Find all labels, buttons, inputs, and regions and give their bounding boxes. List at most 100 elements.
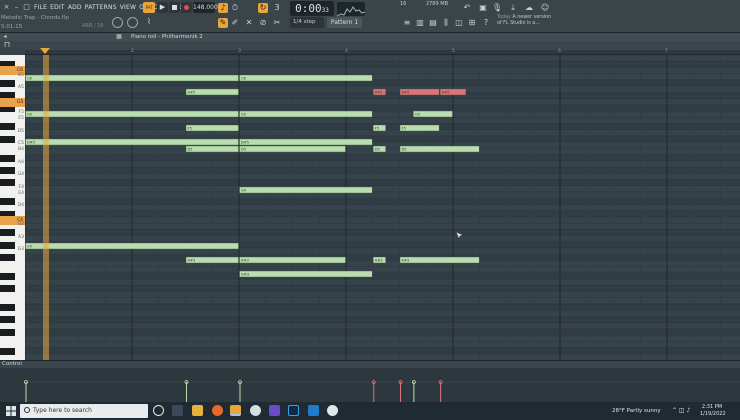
note-d5[interactable]: D5 <box>185 145 239 153</box>
velocity-handle[interactable] <box>184 380 189 403</box>
black-key[interactable] <box>0 79 15 87</box>
note-as5[interactable]: A#5 <box>439 88 467 96</box>
time-display[interactable]: 0:0033 <box>290 1 334 16</box>
piano-roll-titlebar[interactable] <box>0 33 740 41</box>
note-f5[interactable]: F5 <box>373 124 386 132</box>
menu-item-view[interactable]: VIEW <box>120 4 136 11</box>
snap-selector[interactable]: 1/4 step <box>290 17 324 28</box>
note-as5[interactable]: A#5 <box>373 88 386 96</box>
cloud-icon[interactable]: ☁ <box>524 3 534 13</box>
black-key[interactable] <box>0 272 15 280</box>
browser-icon[interactable]: ◫ <box>454 18 464 28</box>
mixer-icon[interactable]: ⫼ <box>441 18 451 28</box>
windows-start-icon[interactable] <box>6 406 16 416</box>
note-d5[interactable]: D5 <box>373 145 386 153</box>
note-ds5[interactable]: D#5 <box>25 138 239 146</box>
black-key[interactable] <box>0 135 15 143</box>
note-grid[interactable]: C6 C6 A#5 A#5 A#5 A#5 G5 G5 G5 F5 F5 F5 D#5 D#5 D5 D5 D5… <box>25 55 740 360</box>
file-explorer-icon[interactable] <box>172 405 183 416</box>
stop-button[interactable] <box>169 2 180 13</box>
magnet-icon[interactable]: ⊓ <box>2 40 12 50</box>
black-key[interactable] <box>0 303 15 311</box>
app-round-icon[interactable] <box>327 405 338 416</box>
note-as5[interactable]: A#5 <box>399 88 440 96</box>
note-c4[interactable]: C4 <box>25 242 239 250</box>
master-pitch-slider[interactable]: ⌇ <box>145 17 153 27</box>
note-d5[interactable]: D5 <box>399 145 480 153</box>
note-grid-canvas[interactable]: C6 C6 A#5 A#5 A#5 A#5 G5 G5 G5 F5 F5 F5 D#5 D#5 D5 D5 D5… <box>25 55 740 360</box>
velocity-handle[interactable] <box>24 380 28 403</box>
velocity-handle[interactable] <box>411 380 416 403</box>
news-panel[interactable]: Today A newer version of FL Studio is a.… <box>497 15 557 30</box>
keyboard-icon[interactable]: ▦ <box>114 33 124 41</box>
note-g5[interactable]: G5 <box>239 110 373 118</box>
black-key[interactable] <box>0 167 15 175</box>
wait-input-icon[interactable]: ⏱ <box>230 3 240 13</box>
save-icon[interactable]: ▣ <box>478 3 488 13</box>
black-key[interactable] <box>0 154 15 162</box>
render-icon[interactable]: ⤓ <box>508 3 518 13</box>
app-blue-icon[interactable] <box>308 405 319 416</box>
black-key[interactable] <box>0 316 15 324</box>
black-key[interactable] <box>0 328 15 336</box>
master-volume-knob[interactable] <box>112 17 123 28</box>
note-ds5[interactable]: D#5 <box>239 138 373 146</box>
note-as5[interactable]: A#5 <box>185 88 239 96</box>
note-as3[interactable]: A#3 <box>373 256 386 264</box>
record-button[interactable] <box>181 2 192 13</box>
black-key[interactable] <box>0 198 15 206</box>
menu-item-patterns[interactable]: PATTERNS <box>85 4 117 11</box>
control-lane-label[interactable]: Control <box>2 361 22 367</box>
chat-icon[interactable]: ☺ <box>540 3 550 13</box>
weather-widget[interactable]: 28°F Partly sunny <box>612 405 661 417</box>
delete-tool-icon[interactable]: ✕ <box>244 18 254 28</box>
note-as3[interactable]: A#3 <box>399 256 480 264</box>
note-as3[interactable]: A#3 <box>239 256 346 264</box>
paint-tool-icon[interactable]: ✐ <box>230 18 240 28</box>
countdown-icon[interactable]: 3 <box>272 3 282 13</box>
note-as3[interactable]: A#3 <box>185 256 239 264</box>
playlist-icon[interactable]: ≡ <box>402 18 412 28</box>
metronome-icon[interactable]: ♪ <box>218 3 228 13</box>
slice-tool-icon[interactable]: ✂ <box>272 18 282 28</box>
mute-tool-icon[interactable]: ⊘ <box>258 18 268 28</box>
fl-studio-icon[interactable] <box>230 405 241 416</box>
minimize-icon[interactable]: – <box>13 3 20 11</box>
loop-record-icon[interactable]: ↻ <box>258 3 268 13</box>
obs-icon[interactable] <box>250 405 261 416</box>
plugin-picker-icon[interactable]: ⊞ <box>467 18 477 28</box>
menu-item-file[interactable]: FILE <box>34 4 47 11</box>
mic-icon[interactable]: 🎙 <box>492 3 502 13</box>
note-d5[interactable]: D5 <box>239 145 346 153</box>
note-g4[interactable]: G4 <box>239 186 373 194</box>
menu-item-add[interactable]: ADD <box>68 4 82 11</box>
black-key[interactable] <box>0 241 15 249</box>
play-button[interactable]: ▶ <box>157 2 168 13</box>
pattern-selector[interactable]: Pattern 1 <box>327 17 362 28</box>
menu-item-edit[interactable]: EDIT <box>50 4 65 11</box>
black-key[interactable] <box>0 254 15 262</box>
draw-tool-icon[interactable]: ✎ <box>218 18 228 28</box>
firefox-icon[interactable] <box>212 405 223 416</box>
channel-rack-icon[interactable]: ▤ <box>428 18 438 28</box>
taskbar-search-input[interactable]: Type here to search <box>20 404 148 418</box>
black-key[interactable] <box>0 285 15 293</box>
note-gs3[interactable]: G#3 <box>239 270 373 278</box>
velocity-handle[interactable] <box>371 380 376 403</box>
black-key[interactable] <box>0 347 15 355</box>
photoshop-icon[interactable] <box>288 405 299 416</box>
control-lane-header[interactable] <box>0 360 740 368</box>
note-c6[interactable]: C6 <box>239 74 373 82</box>
master-pitch-knob[interactable] <box>127 17 138 28</box>
restore-icon[interactable]: □ <box>23 3 30 11</box>
black-key[interactable] <box>0 123 15 131</box>
tempo-display[interactable]: 148.000 <box>193 2 218 13</box>
piano-roll-icon[interactable]: ▥ <box>415 18 425 28</box>
velocity-handle[interactable] <box>238 380 242 403</box>
piano-keyboard[interactable]: C6 B5 A5 G5 F5 E5 D5 C5 B4 A4 G4 F4 E4 D4 C4 B3 A3 G3 <box>0 55 25 360</box>
task-view-icon[interactable] <box>153 405 164 416</box>
velocity-handle[interactable] <box>438 380 443 403</box>
black-key[interactable] <box>0 179 15 187</box>
note-f5[interactable]: F5 <box>185 124 239 132</box>
note-g5[interactable]: G5 <box>413 110 453 118</box>
